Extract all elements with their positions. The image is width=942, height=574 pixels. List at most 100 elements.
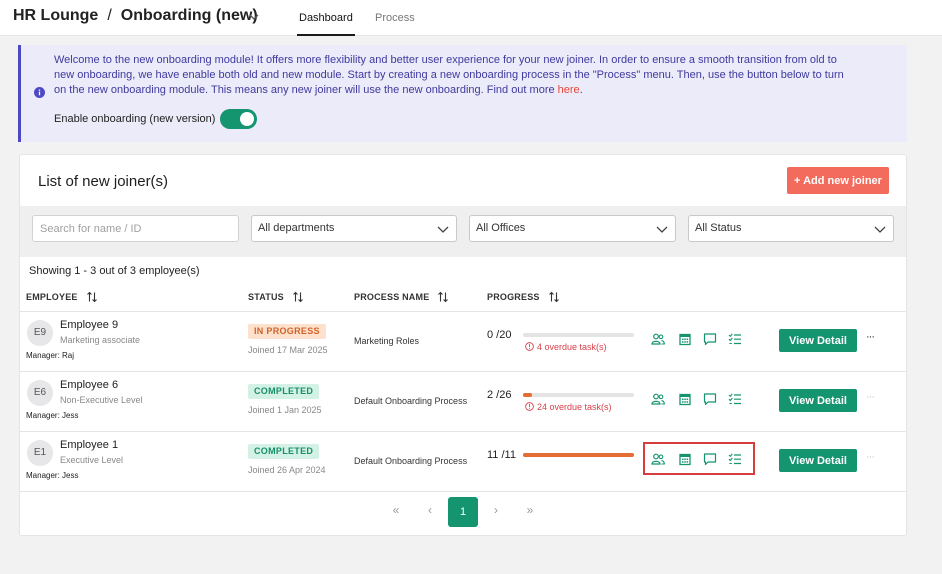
chevron-down-icon <box>437 226 449 233</box>
employee-name[interactable]: Employee 9 <box>60 319 118 331</box>
comment-icon[interactable] <box>703 332 717 346</box>
tab-process[interactable]: Process <box>375 12 415 24</box>
joined-date: Joined 26 Apr 2024 <box>248 465 326 475</box>
overdue-tasks: 24 overdue task(s) <box>525 402 612 412</box>
view-detail-button[interactable]: View Detail <box>779 449 857 472</box>
alert-circle-icon <box>525 342 534 351</box>
status-select-value: All Status <box>695 222 742 234</box>
process-name: Marketing Roles <box>354 336 420 346</box>
column-employee[interactable]: EMPLOYEE <box>26 291 98 303</box>
process-name: Default Onboarding Process <box>354 456 468 466</box>
status-select[interactable]: All Status <box>688 215 894 242</box>
calendar-icon[interactable] <box>678 332 692 346</box>
avatar: E6 <box>27 380 53 406</box>
toggle-knob <box>240 112 254 126</box>
calendar-icon[interactable] <box>678 392 692 406</box>
first-page-button[interactable]: « <box>387 501 405 519</box>
overdue-text: 4 overdue task(s) <box>537 342 607 352</box>
status-badge: COMPLETED <box>248 384 320 399</box>
department-select-value: All departments <box>258 222 335 234</box>
process-name: Default Onboarding Process <box>354 396 468 406</box>
calendar-icon[interactable] <box>678 452 692 466</box>
employee-role: Marketing associate <box>60 335 141 345</box>
comment-icon[interactable] <box>703 392 717 406</box>
more-options-icon[interactable]: ··· <box>866 451 875 463</box>
sort-icon[interactable] <box>292 291 304 303</box>
progress-fill <box>523 393 532 397</box>
more-options-icon[interactable]: ··· <box>866 331 875 343</box>
employee-name[interactable]: Employee 6 <box>60 379 118 391</box>
status-badge: IN PROGRESS <box>248 324 326 339</box>
progress-bar <box>523 453 634 457</box>
chevron-down-icon <box>656 226 668 233</box>
office-select[interactable]: All Offices <box>469 215 676 242</box>
overdue-tasks: 4 overdue task(s) <box>525 342 607 352</box>
banner-text: Welcome to the new onboarding module! It… <box>54 54 844 96</box>
top-bar: HR Lounge / Onboarding (new) Dashboard Pro… <box>0 0 942 36</box>
joined-date: Joined 17 Mar 2025 <box>248 345 328 355</box>
toggle-label: Enable onboarding (new version) <box>54 113 216 125</box>
column-employee-label: EMPLOYEE <box>26 292 78 302</box>
department-select[interactable]: All departments <box>251 215 457 242</box>
alert-circle-icon <box>525 402 534 411</box>
chevron-down-icon[interactable] <box>248 11 260 23</box>
progress-bar <box>523 393 634 397</box>
table-header: EMPLOYEE STATUS PROCESS NAME PROGRESS <box>20 286 906 312</box>
more-options-icon[interactable]: ··· <box>866 391 875 403</box>
info-icon <box>34 87 45 98</box>
checklist-icon[interactable] <box>728 392 742 406</box>
chevron-down-icon <box>874 226 886 233</box>
overdue-text: 24 overdue task(s) <box>537 402 612 412</box>
last-page-button[interactable]: » <box>521 501 539 519</box>
column-status-label: STATUS <box>248 292 284 302</box>
page-1-button[interactable]: 1 <box>448 497 478 527</box>
comment-icon[interactable] <box>703 452 717 466</box>
breadcrumb-root[interactable]: HR Lounge <box>13 7 98 24</box>
table-row: E9 Employee 9 Marketing associate Manage… <box>20 312 906 372</box>
view-detail-button[interactable]: View Detail <box>779 329 857 352</box>
employee-role: Non-Executive Level <box>60 395 143 405</box>
next-page-button[interactable]: › <box>487 501 505 519</box>
employee-manager: Manager: Jess <box>26 411 79 420</box>
find-out-more-link[interactable]: here <box>558 84 580 96</box>
search-input[interactable] <box>32 215 239 242</box>
office-select-value: All Offices <box>476 222 526 234</box>
progress-bar <box>523 333 634 337</box>
column-progress-label: PROGRESS <box>487 292 540 302</box>
banner-message: Welcome to the new onboarding module! It… <box>54 53 854 98</box>
users-icon[interactable] <box>651 452 665 466</box>
tab-dashboard[interactable]: Dashboard <box>297 12 355 36</box>
sort-icon[interactable] <box>437 291 449 303</box>
prev-page-button[interactable]: ‹ <box>421 501 439 519</box>
column-process[interactable]: PROCESS NAME <box>354 291 449 303</box>
filter-bar: All departments All Offices All Status <box>20 206 906 257</box>
breadcrumb-current: Onboarding (new) <box>120 7 258 24</box>
avatar: E1 <box>27 440 53 466</box>
sort-icon[interactable] <box>86 291 98 303</box>
banner-suffix: . <box>579 84 583 96</box>
enable-onboarding-toggle[interactable] <box>220 109 257 129</box>
table-row: E1 Employee 1 Executive Level Manager: J… <box>20 432 906 492</box>
checklist-icon[interactable] <box>728 452 742 466</box>
users-icon[interactable] <box>651 392 665 406</box>
column-progress[interactable]: PROGRESS <box>487 291 560 303</box>
table-row: E6 Employee 6 Non-Executive Level Manage… <box>20 372 906 432</box>
sort-icon[interactable] <box>548 291 560 303</box>
employee-name[interactable]: Employee 1 <box>60 439 118 451</box>
list-title: List of new joiner(s) <box>38 173 169 190</box>
users-icon[interactable] <box>651 332 665 346</box>
breadcrumb: HR Lounge / Onboarding (new) <box>13 7 258 25</box>
avatar: E9 <box>27 320 53 346</box>
view-detail-button[interactable]: View Detail <box>779 389 857 412</box>
progress-count: 0 /20 <box>487 329 512 341</box>
showing-count: Showing 1 - 3 out of 3 employee(s) <box>29 265 200 277</box>
joined-date: Joined 1 Jan 2025 <box>248 405 322 415</box>
employee-role: Executive Level <box>60 455 124 465</box>
column-status[interactable]: STATUS <box>248 291 304 303</box>
add-new-joiner-button[interactable]: + Add new joiner <box>787 167 889 194</box>
employee-manager: Manager: Jess <box>26 471 79 480</box>
employee-manager: Manager: Raj <box>26 351 75 360</box>
breadcrumb-separator: / <box>107 7 112 24</box>
status-badge: COMPLETED <box>248 444 320 459</box>
checklist-icon[interactable] <box>728 332 742 346</box>
